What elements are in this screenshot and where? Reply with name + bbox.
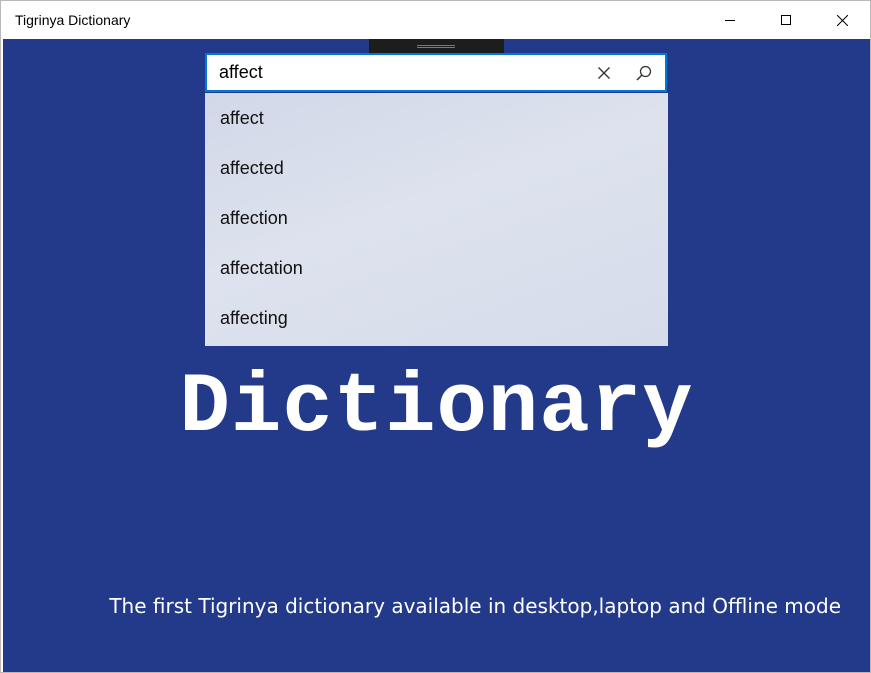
suggestion-item[interactable]: affect xyxy=(205,93,668,143)
drag-handle[interactable] xyxy=(369,39,504,54)
suggestion-item[interactable]: affection xyxy=(205,193,668,243)
suggestion-item[interactable]: affectation xyxy=(205,243,668,293)
main-content: affect affected affection affectation af… xyxy=(3,39,870,672)
search-icon xyxy=(636,65,652,81)
minimize-button[interactable] xyxy=(702,1,758,39)
title-bar[interactable]: Tigrinya Dictionary xyxy=(1,1,870,39)
hero-heading: Dictionary xyxy=(179,361,694,456)
search-box[interactable] xyxy=(205,53,667,92)
clear-button[interactable] xyxy=(589,55,619,90)
grip-icon xyxy=(417,45,455,48)
window-title: Tigrinya Dictionary xyxy=(15,12,131,28)
close-icon xyxy=(836,14,848,26)
suggestion-item[interactable]: affected xyxy=(205,143,668,193)
tagline: The first Tigrinya dictionary available … xyxy=(109,594,841,618)
clear-icon xyxy=(598,66,610,79)
suggestion-list: affect affected affection affectation af… xyxy=(205,93,668,346)
maximize-button[interactable] xyxy=(758,1,814,39)
suggestion-item[interactable]: affecting xyxy=(205,293,668,343)
app-window: Tigrinya Dictionary affect affect affect… xyxy=(0,0,871,673)
minimize-icon xyxy=(725,20,735,21)
search-input[interactable] xyxy=(219,55,579,90)
maximize-icon xyxy=(781,15,791,25)
search-button[interactable] xyxy=(629,55,659,90)
close-button[interactable] xyxy=(814,1,870,39)
